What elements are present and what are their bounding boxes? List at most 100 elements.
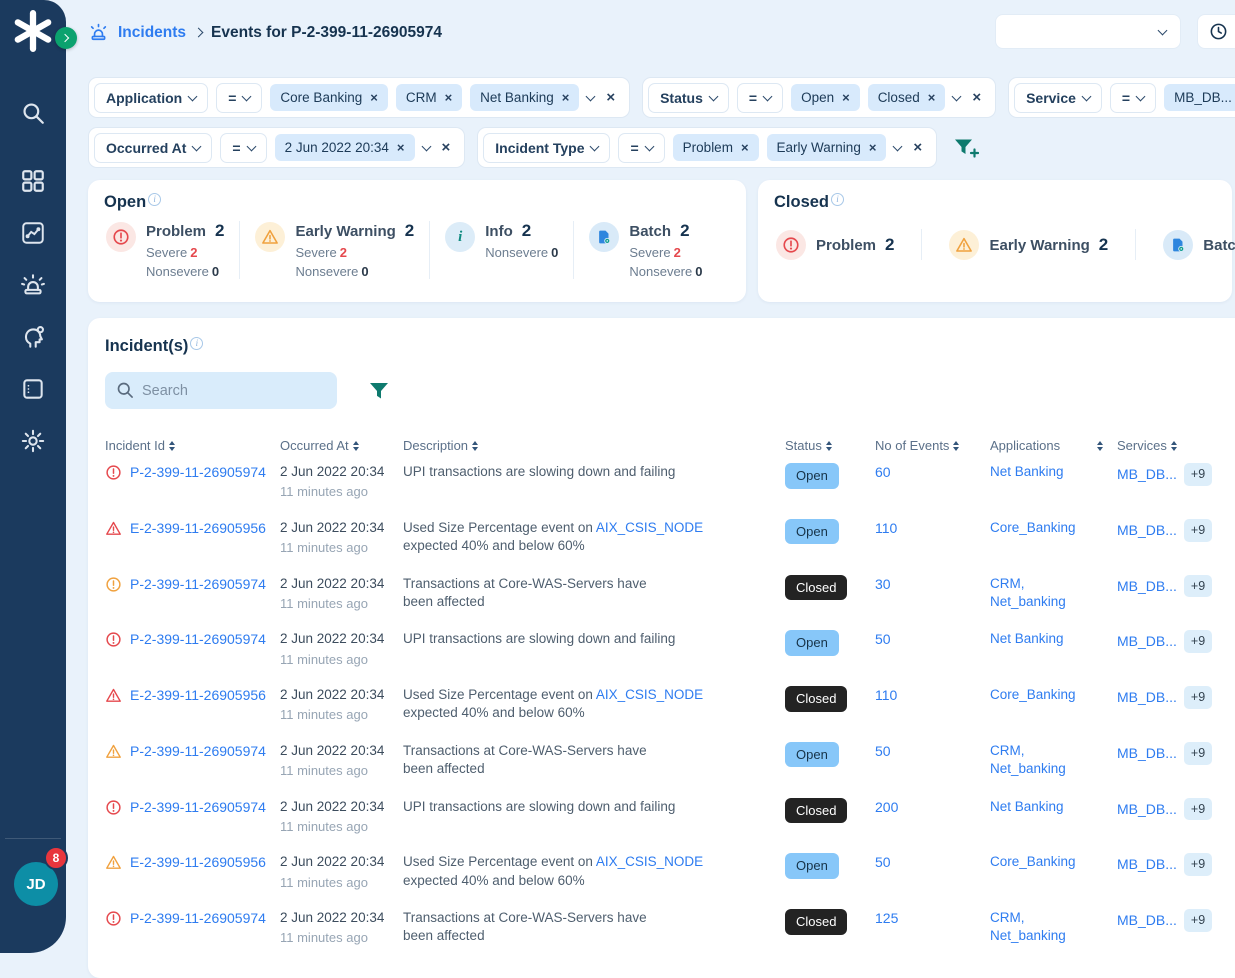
service-link[interactable]: MB_DB... <box>1117 800 1177 819</box>
service-link[interactable]: MB_DB... <box>1117 632 1177 651</box>
application-link[interactable]: Net Banking <box>990 463 1117 481</box>
clear-filter-button[interactable]: × <box>909 140 926 155</box>
incidents-siren-icon[interactable] <box>20 272 46 298</box>
search-input[interactable] <box>105 372 337 409</box>
filter-chip[interactable]: Problem× <box>673 134 759 161</box>
more-services-badge[interactable]: +9 <box>1184 909 1212 932</box>
application-link[interactable]: CRM,Net_banking <box>990 909 1117 945</box>
description-node-link[interactable]: AIX_CSIS_NODE <box>596 687 703 702</box>
info-icon[interactable]: i <box>148 193 161 206</box>
chevron-down-icon[interactable] <box>586 91 596 101</box>
info-icon[interactable]: i <box>190 337 203 350</box>
events-count-link[interactable]: 50 <box>875 743 891 759</box>
app-logo-icon[interactable] <box>11 9 55 53</box>
column-header-occurred-at[interactable]: Occurred At <box>280 438 403 453</box>
column-header-status[interactable]: Status <box>785 438 875 453</box>
filter-chip[interactable]: MB_DB...× <box>1164 84 1235 111</box>
incident-id-link[interactable]: E-2-399-11-26905956 <box>130 686 266 705</box>
application-link[interactable]: Core_Banking <box>990 853 1117 871</box>
description-node-link[interactable]: AIX_CSIS_NODE <box>596 854 703 869</box>
events-count-link[interactable]: 50 <box>875 854 891 870</box>
more-services-badge[interactable]: +9 <box>1184 519 1212 542</box>
remove-chip-icon[interactable]: × <box>741 141 749 154</box>
filter-chip[interactable]: Early Warning× <box>767 134 887 161</box>
more-services-badge[interactable]: +9 <box>1184 630 1212 653</box>
incident-id-link[interactable]: E-2-399-11-26905956 <box>130 853 266 872</box>
application-link[interactable]: Net Banking <box>990 630 1117 648</box>
filter-field-button[interactable]: Application <box>94 83 208 113</box>
service-link[interactable]: MB_DB... <box>1117 521 1177 540</box>
incident-id-link[interactable]: P-2-399-11-26905974 <box>130 575 266 594</box>
chevron-down-icon[interactable] <box>421 141 431 151</box>
filter-operator-button[interactable]: = <box>220 133 266 163</box>
filter-field-button[interactable]: Status <box>648 83 729 113</box>
incident-id-link[interactable]: P-2-399-11-26905974 <box>130 742 266 761</box>
column-header-description[interactable]: Description <box>403 438 785 453</box>
column-header-services[interactable]: Services <box>1117 438 1235 453</box>
remove-chip-icon[interactable]: × <box>445 91 453 104</box>
remove-chip-icon[interactable]: × <box>370 91 378 104</box>
filter-operator-button[interactable]: = <box>737 83 783 113</box>
service-link[interactable]: MB_DB... <box>1117 577 1177 596</box>
more-services-badge[interactable]: +9 <box>1184 463 1212 486</box>
remove-chip-icon[interactable]: × <box>869 141 877 154</box>
settings-gear-icon[interactable] <box>20 428 46 454</box>
remove-chip-icon[interactable]: × <box>397 141 405 154</box>
incident-id-link[interactable]: E-2-399-11-26905956 <box>130 519 266 538</box>
remove-chip-icon[interactable]: × <box>562 91 570 104</box>
filter-field-button[interactable]: Service <box>1014 83 1102 113</box>
incident-id-link[interactable]: P-2-399-11-26905974 <box>130 463 266 482</box>
ai-insights-icon[interactable] <box>20 324 46 350</box>
application-link[interactable]: CRM,Net_banking <box>990 742 1117 778</box>
breadcrumb-incidents-link[interactable]: Incidents <box>118 24 186 42</box>
search-icon[interactable] <box>20 100 46 126</box>
events-count-link[interactable]: 30 <box>875 576 891 592</box>
incident-id-link[interactable]: P-2-399-11-26905974 <box>130 909 266 928</box>
table-filter-icon[interactable] <box>367 379 391 403</box>
events-count-link[interactable]: 200 <box>875 799 898 815</box>
application-link[interactable]: CRM,Net_banking <box>990 575 1117 611</box>
remove-chip-icon[interactable]: × <box>928 91 936 104</box>
column-header-incident-id[interactable]: Incident Id <box>105 438 280 453</box>
events-count-link[interactable]: 110 <box>875 687 897 703</box>
clear-filter-button[interactable]: × <box>602 90 619 105</box>
reports-icon[interactable] <box>20 376 46 402</box>
events-count-link[interactable]: 125 <box>875 910 898 926</box>
column-header-applications[interactable]: Applications <box>990 438 1117 453</box>
filter-operator-button[interactable]: = <box>1110 83 1156 113</box>
application-link[interactable]: Net Banking <box>990 798 1117 816</box>
more-services-badge[interactable]: +9 <box>1184 853 1212 876</box>
application-link[interactable]: Core_Banking <box>990 519 1117 537</box>
service-link[interactable]: MB_DB... <box>1117 911 1177 930</box>
service-link[interactable]: MB_DB... <box>1117 744 1177 763</box>
incident-id-link[interactable]: P-2-399-11-26905974 <box>130 798 266 817</box>
filter-operator-button[interactable]: = <box>618 133 664 163</box>
service-link[interactable]: MB_DB... <box>1117 465 1177 484</box>
filter-chip[interactable]: Core Banking× <box>270 84 387 111</box>
events-count-link[interactable]: 110 <box>875 520 897 536</box>
sidebar-toggle-button[interactable] <box>55 27 77 49</box>
filter-operator-button[interactable]: = <box>216 83 262 113</box>
application-link[interactable]: Core_Banking <box>990 686 1117 704</box>
clear-filter-button[interactable]: × <box>438 140 455 155</box>
more-services-badge[interactable]: +9 <box>1184 798 1212 821</box>
events-count-link[interactable]: 60 <box>875 464 891 480</box>
filter-chip[interactable]: Closed× <box>868 84 946 111</box>
remove-chip-icon[interactable]: × <box>842 91 850 104</box>
more-services-badge[interactable]: +9 <box>1184 575 1212 598</box>
service-link[interactable]: MB_DB... <box>1117 855 1177 874</box>
description-node-link[interactable]: AIX_CSIS_NODE <box>596 520 703 535</box>
chevron-down-icon[interactable] <box>893 141 903 151</box>
incident-id-link[interactable]: P-2-399-11-26905974 <box>130 630 266 649</box>
apps-grid-icon[interactable] <box>20 168 46 194</box>
more-services-badge[interactable]: +9 <box>1184 742 1212 765</box>
filter-chip[interactable]: 2 Jun 2022 20:34× <box>275 134 415 161</box>
time-range-button[interactable]: L <box>1197 14 1235 49</box>
filter-chip[interactable]: CRM× <box>396 84 462 111</box>
info-icon[interactable]: i <box>831 193 844 206</box>
analytics-icon[interactable] <box>20 220 46 246</box>
add-filter-icon[interactable] <box>953 135 979 161</box>
more-services-badge[interactable]: +9 <box>1184 686 1212 709</box>
filter-field-button[interactable]: Occurred At <box>94 133 212 163</box>
header-select[interactable] <box>995 14 1181 49</box>
